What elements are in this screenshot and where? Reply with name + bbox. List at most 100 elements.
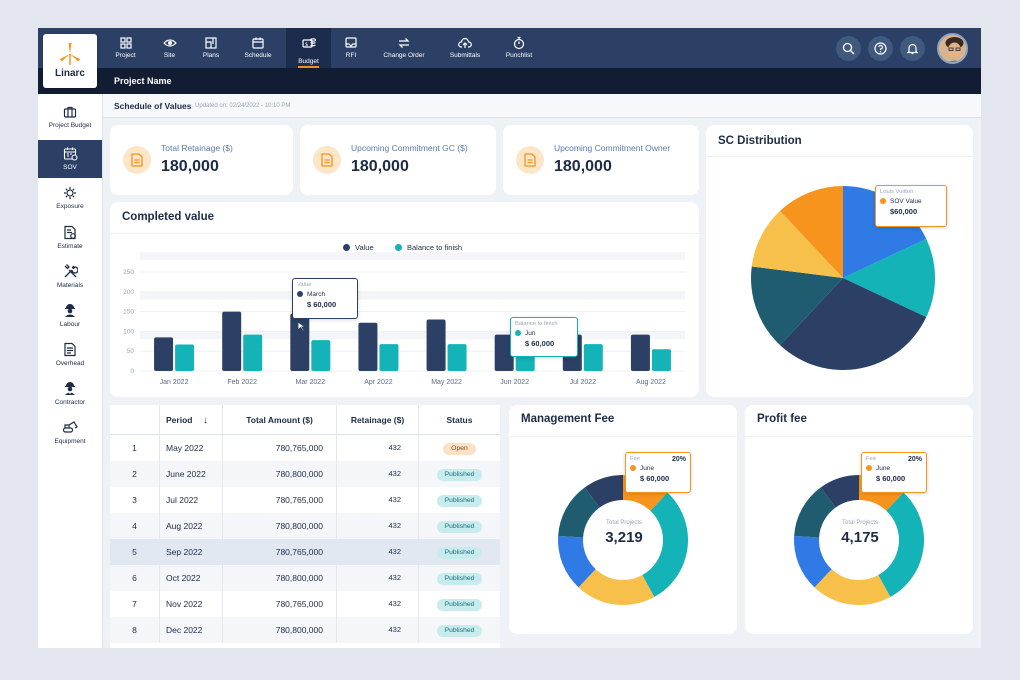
donut-center: Total Projects 4,175 [820,520,900,546]
sidebar-item-materials[interactable]: Materials [38,258,102,296]
bar-balance[interactable] [175,344,195,371]
nav-project-label: Project [115,52,136,59]
nav-schedule-label: Schedule [244,52,272,59]
nav-plans[interactable]: Plans [192,28,230,68]
sidebar-item-exposure[interactable]: Exposure [38,180,102,218]
kpi-value: 180,000 [351,158,409,175]
nav-schedule[interactable]: Schedule [230,28,286,68]
tooltip-label: SOV Value [890,198,922,205]
table-row[interactable]: 6 Oct 2022 780,800,000 432 Published [110,565,500,591]
document-dollar-icon [131,153,143,167]
row-period: Oct 2022 [160,565,223,591]
kpi-label: Upcoming Commitment Owner [554,143,671,153]
bar-value[interactable] [426,319,446,371]
table-row[interactable]: 3 Jul 2022 780,765,000 432 Published [110,487,500,513]
status-badge[interactable]: Published [436,624,483,637]
bar-value[interactable] [154,337,174,371]
sidebar-item-sov[interactable]: SOV [38,140,102,178]
bar-balance[interactable] [243,334,263,371]
nav-site[interactable]: Site [147,28,192,68]
table-row[interactable]: 1 May 2022 780,765,000 432 Open [110,435,500,461]
y-tick-label: 0 [130,368,134,375]
avatar[interactable] [937,33,968,64]
y-tick-label: 250 [123,269,134,276]
bar-balance[interactable] [651,349,671,371]
table-row[interactable]: 2 June 2022 780,800,000 432 Published [110,461,500,487]
calendar-dollar-icon [63,147,78,161]
row-status-cell: Published [419,617,500,643]
search-button[interactable] [836,36,861,61]
search-icon [842,42,855,55]
tooltip-row: June [866,465,922,472]
tooltip-amount: $ 60,000 [525,339,555,348]
header-period[interactable]: Period ↓ [160,405,223,434]
status-badge[interactable]: Published [436,546,483,559]
completed-value-card: Completed value Value Balance to finish … [110,202,699,397]
app-window: Project Site Plans Schedule $ Budget RFI… [38,28,981,648]
nav-rfi[interactable]: RFI [331,28,371,68]
status-badge[interactable]: Open [443,442,476,455]
budget-icon: $ [301,38,316,48]
linarc-logo[interactable]: Linarc [43,34,97,88]
sidebar-item-contractor[interactable]: Contractor [38,375,102,413]
help-button[interactable] [868,36,893,61]
status-badge[interactable]: Published [436,494,483,507]
row-index: 5 [110,539,160,565]
sidebar-item-estimate[interactable]: Estimate [38,219,102,257]
x-tick-label: May 2022 [431,379,462,386]
help-icon [874,42,887,55]
grid-icon [119,37,132,49]
status-badge[interactable]: Published [436,598,483,611]
calendar-icon [252,37,264,49]
tooltip-title: Fee 20% [866,456,922,463]
nav-punchlist[interactable]: Punchlist [493,28,545,68]
nav-project[interactable]: Project [104,28,147,68]
table-row[interactable]: 8 Dec 2022 780,800,000 432 Published [110,617,500,643]
table-row[interactable]: 5 Sep 2022 780,765,000 432 Published [110,539,500,565]
bar-value[interactable] [358,322,378,371]
row-period: June 2022 [160,461,223,487]
updated-timestamp: Updated on: 02/24/2022 - 10:10 PM [195,103,291,109]
status-badge[interactable]: Published [436,468,483,481]
sidebar-item-equipment[interactable]: Equipment [38,414,102,452]
bar-value[interactable] [290,313,310,371]
kpi-card-commitment-owner: Upcoming Commitment Owner 180,000 [503,125,699,195]
notifications-button[interactable] [900,36,925,61]
row-status-cell: Open [419,435,500,461]
nav-submittals[interactable]: Submittals [437,28,493,68]
bar-balance[interactable] [311,340,331,371]
tooltip-row: June [630,465,686,472]
y-tick-label: 50 [127,348,135,355]
arrow-down-icon[interactable]: ↓ [203,415,208,426]
status-badge[interactable]: Published [436,572,483,585]
bar-balance[interactable] [447,344,467,371]
table-row[interactable]: 4 Aug 2022 780,800,000 432 Published [110,513,500,539]
table-row[interactable]: 7 Nov 2022 780,765,000 432 Published [110,591,500,617]
x-tick-label: Apr 2022 [364,379,393,386]
header-status[interactable]: Status [419,405,500,434]
sidebar-item-project-budget[interactable]: Project Budget [38,99,102,137]
row-total-amount: 780,765,000 [223,435,337,461]
row-index: 6 [110,565,160,591]
sidebar-item-labour[interactable]: Labour [38,297,102,335]
bar-balance[interactable] [583,344,603,371]
sc-tooltip: Louis Vuitton SOV Value $60,000 [875,185,947,227]
sidebar-item-overhead[interactable]: Overhead [38,336,102,374]
tooltip-title-text: Fee [866,456,876,462]
kpi-label: Upcoming Commitment GC ($) [351,143,468,153]
nav-change-order[interactable]: Change Order [371,28,437,68]
kpi-icon-wrap [313,146,341,174]
project-name[interactable]: Project Name [114,76,172,86]
card-title: SC Distribution [718,135,802,147]
header-retainage[interactable]: Retainage ($) [337,405,419,434]
nav-budget[interactable]: $ Budget [286,28,331,68]
bar-balance[interactable] [379,344,399,371]
completed-value-bar-chart: 0 50 100 150 200 250 Jan 2022 Feb 2022 Mar 2022 A… [123,252,685,386]
logo-text: Linarc [54,68,85,79]
x-tick-label: Jul 2022 [570,379,597,386]
header-total-amount[interactable]: Total Amount ($) [223,405,337,434]
top-navigation: Project Site Plans Schedule $ Budget RFI… [38,28,981,68]
status-badge[interactable]: Published [436,520,483,533]
bar-value[interactable] [222,311,242,371]
bar-value[interactable] [630,334,650,371]
